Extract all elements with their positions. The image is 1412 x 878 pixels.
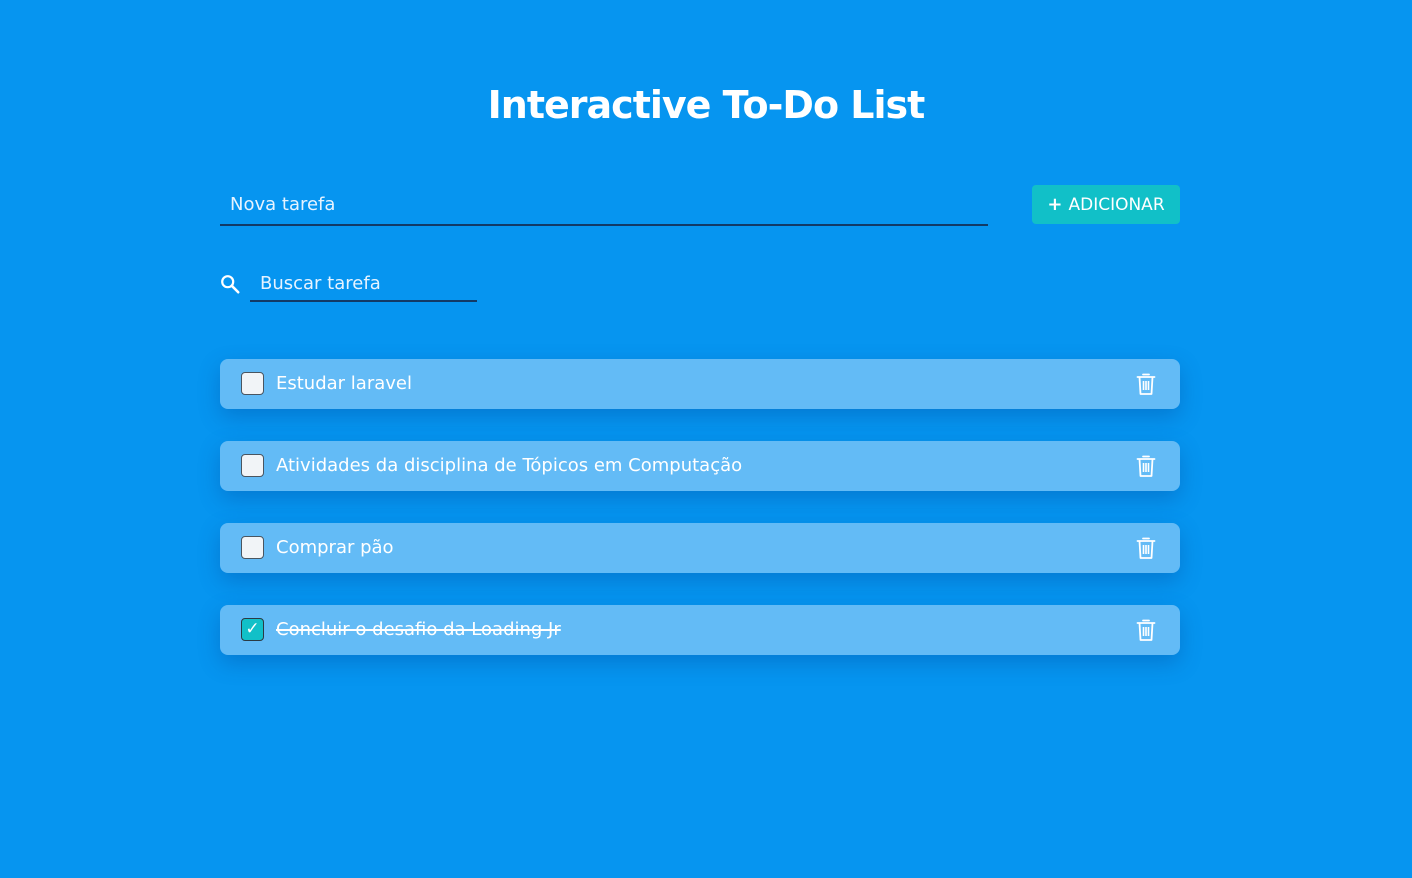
task-label: Concluir o desafio da Loading Jr (276, 619, 561, 640)
task-item: Estudar laravel (220, 359, 1180, 409)
add-task-button[interactable]: + ADICIONAR (1032, 185, 1180, 224)
checkmark-icon: ✓ (245, 619, 260, 639)
add-task-button-label: ADICIONAR (1068, 194, 1165, 215)
search-input[interactable] (250, 266, 477, 300)
task-item: Atividades da disciplina de Tópicos em C… (220, 441, 1180, 491)
task-checkbox[interactable] (241, 454, 264, 477)
task-item: Comprar pão (220, 523, 1180, 573)
delete-task-button[interactable] (1132, 617, 1160, 643)
task-checkbox[interactable] (241, 536, 264, 559)
task-label: Estudar laravel (276, 373, 412, 394)
new-task-field-wrapper (220, 186, 988, 226)
trash-icon (1136, 619, 1156, 641)
plus-icon: + (1047, 194, 1063, 215)
todo-app: Interactive To-Do List + ADICIONAR Estud… (0, 0, 1412, 878)
trash-icon (1136, 537, 1156, 559)
page-title: Interactive To-Do List (487, 83, 926, 127)
task-label: Atividades da disciplina de Tópicos em C… (276, 455, 743, 476)
task-checkbox[interactable] (241, 372, 264, 395)
search-field-wrapper (250, 266, 477, 302)
trash-icon (1136, 373, 1156, 395)
trash-icon (1136, 455, 1156, 477)
search-icon (221, 275, 240, 294)
new-task-input[interactable] (220, 186, 988, 222)
task-item: ✓ Concluir o desafio da Loading Jr (220, 605, 1180, 655)
delete-task-button[interactable] (1132, 453, 1160, 479)
task-list: Estudar laravel Atividades da disciplina… (220, 359, 1180, 687)
delete-task-button[interactable] (1132, 371, 1160, 397)
task-label: Comprar pão (276, 537, 394, 558)
task-checkbox[interactable]: ✓ (241, 618, 264, 641)
delete-task-button[interactable] (1132, 535, 1160, 561)
